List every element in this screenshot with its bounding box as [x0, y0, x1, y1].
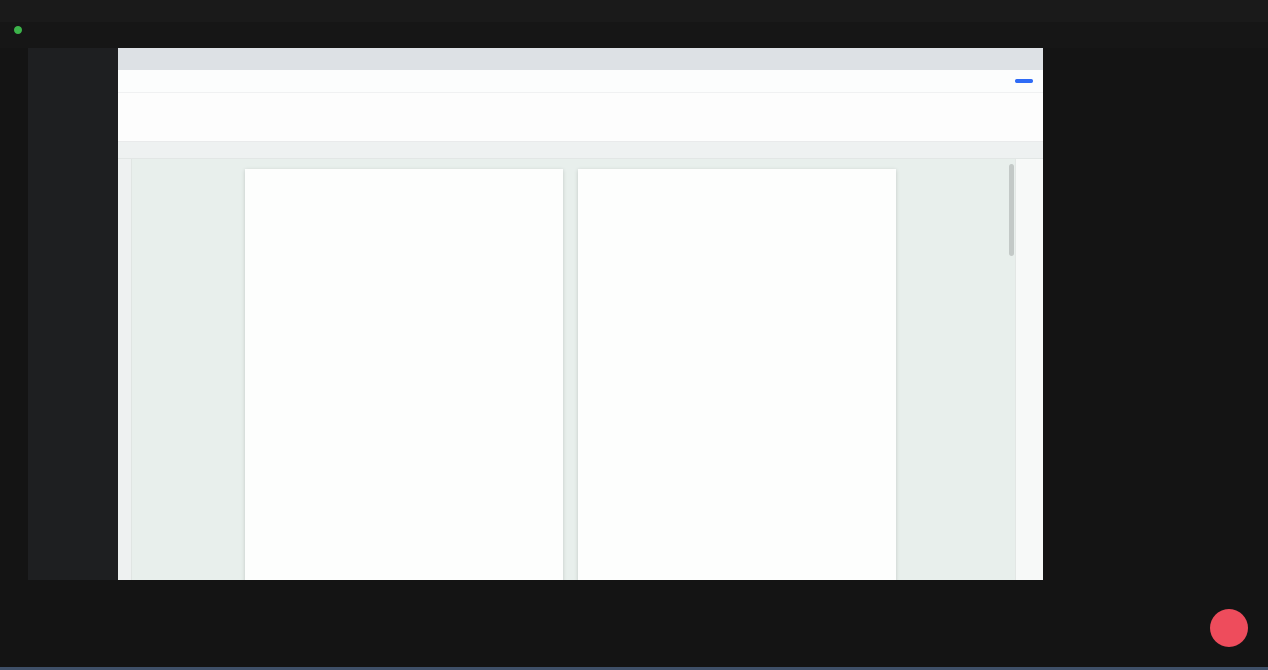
vertical-ruler[interactable]: [118, 159, 132, 580]
document-area: [118, 159, 1043, 580]
meeting-subbar: [0, 22, 1268, 48]
wps-menubar: [118, 70, 1043, 93]
presenter-banner: [14, 26, 30, 34]
presenting-indicator-dot: [14, 26, 22, 34]
view-ribbon: [118, 93, 1043, 142]
vertical-scrollbar[interactable]: [1009, 164, 1014, 256]
wps-side-toolbar: [1015, 159, 1043, 580]
wps-window: [118, 48, 1043, 580]
meeting-bottombar: [0, 580, 1268, 670]
meeting-titlebar: [0, 0, 1268, 22]
wps-tabbar: [118, 48, 1043, 70]
hangup-icon[interactable]: [1210, 609, 1248, 647]
meeting-window: [0, 0, 1268, 670]
participants-sidebar: [1164, 48, 1268, 583]
horizontal-ruler[interactable]: [118, 142, 1043, 159]
share-button[interactable]: [1015, 79, 1033, 83]
hangup-button[interactable]: [1210, 584, 1248, 656]
document-page-2: [578, 169, 896, 580]
document-page-1: [245, 169, 563, 580]
shared-screen: [28, 48, 1043, 580]
